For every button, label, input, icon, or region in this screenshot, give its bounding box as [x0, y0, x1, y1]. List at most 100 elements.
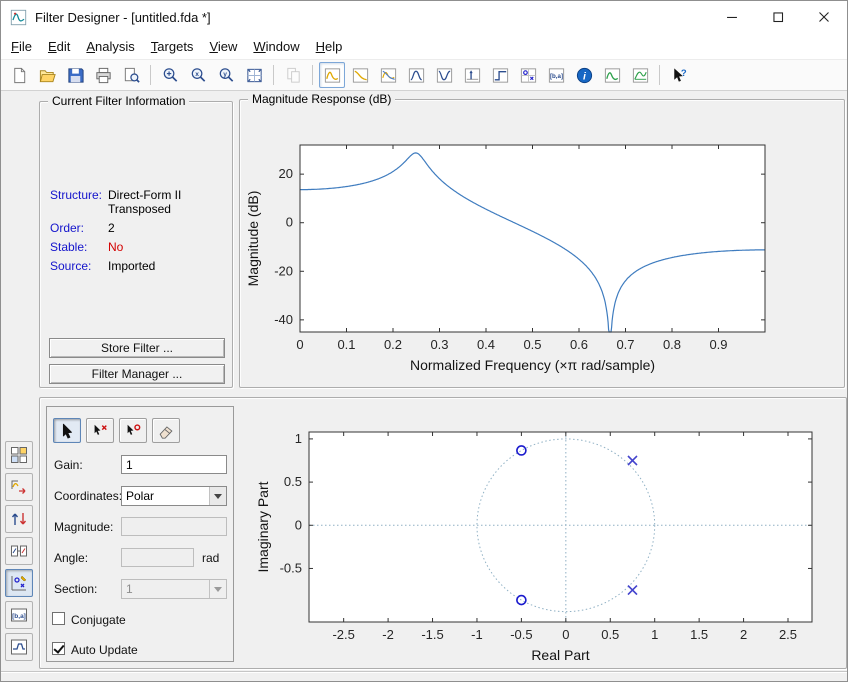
section-select: 1: [121, 579, 227, 599]
minimize-button[interactable]: [709, 1, 755, 33]
zoom-x-button[interactable]: x: [185, 62, 211, 88]
pole-zero-editor-button[interactable]: [5, 569, 33, 597]
zoom-y-button[interactable]: y: [213, 62, 239, 88]
chevron-down-icon: [209, 487, 226, 505]
add-zero-tool[interactable]: [119, 418, 147, 443]
svg-text:0: 0: [562, 627, 569, 642]
coefficients-icon: [b,a]: [547, 66, 566, 85]
pole-zero-plot-button[interactable]: [515, 62, 541, 88]
angle-input: [121, 548, 194, 567]
filter-information-button[interactable]: i: [571, 62, 597, 88]
title-bar[interactable]: Filter Designer - [untitled.fda *]: [1, 1, 847, 33]
close-icon: [815, 8, 833, 26]
svg-text:Normalized Frequency (×π rad/s: Normalized Frequency (×π rad/sample): [410, 357, 655, 373]
open-folder-icon: [38, 66, 57, 85]
group-delay-icon: [407, 66, 426, 85]
new-session-button[interactable]: [6, 62, 32, 88]
close-button[interactable]: [801, 1, 847, 33]
coordinates-select[interactable]: Polar: [121, 486, 227, 506]
realize-model-button[interactable]: [5, 537, 33, 565]
current-filter-information-title: Current Filter Information: [48, 94, 189, 108]
menu-file[interactable]: File: [3, 35, 40, 58]
whats-this-button[interactable]: ?: [666, 62, 692, 88]
svg-text:y: y: [223, 70, 227, 77]
zoom-in-button[interactable]: [157, 62, 183, 88]
full-view-button[interactable]: [241, 62, 267, 88]
zoom-in-icon: [161, 66, 180, 85]
print-preview-button[interactable]: [118, 62, 144, 88]
source-row: Source: Imported: [50, 259, 228, 273]
pole-zero-plot[interactable]: -2.5-2-1.5-1-0.500.511.522.5-0.500.51Rea…: [242, 420, 846, 668]
coordinates-value: Polar: [122, 489, 209, 503]
menu-targets[interactable]: Targets: [143, 35, 202, 58]
pole-zero-plot-icon: [519, 66, 538, 85]
order-row: Order: 2: [50, 221, 228, 235]
stable-label: Stable:: [50, 240, 108, 254]
svg-text:-0.5: -0.5: [280, 560, 302, 575]
menu-analysis[interactable]: Analysis: [78, 35, 142, 58]
design-filter-button[interactable]: [5, 633, 33, 661]
magnitude-response-chart: 00.10.20.30.40.50.60.70.80.9200-20-40Nor…: [244, 102, 844, 387]
menu-view[interactable]: View: [201, 35, 245, 58]
structure-label: Structure:: [50, 188, 108, 216]
maximize-button[interactable]: [755, 1, 801, 33]
svg-text:0.4: 0.4: [477, 337, 495, 352]
magnitude-and-phase-button[interactable]: [375, 62, 401, 88]
app-icon: [10, 9, 27, 26]
filter-coefficients-button[interactable]: [b,a]: [543, 62, 569, 88]
noise-power-icon: [631, 66, 650, 85]
auto-update-checkbox[interactable]: [52, 642, 65, 655]
set-quantization-parameters-button[interactable]: [5, 441, 33, 469]
sb-transform-icon: [9, 477, 29, 497]
svg-text:-20: -20: [274, 263, 293, 278]
toolbar: x y [b,a] i?: [1, 59, 847, 91]
delete-pole-zero-tool[interactable]: [152, 418, 180, 443]
svg-text:0.5: 0.5: [523, 337, 541, 352]
group-delay-button[interactable]: [403, 62, 429, 88]
move-pole-zero-tool[interactable]: [53, 418, 81, 443]
conjugate-checkbox[interactable]: [52, 612, 65, 625]
filter-manager-button[interactable]: Filter Manager ...: [49, 364, 225, 384]
menu-edit[interactable]: Edit: [40, 35, 78, 58]
phase-response-icon: [351, 66, 370, 85]
magnitude-response-button[interactable]: [319, 62, 345, 88]
svg-text:2.5: 2.5: [779, 627, 797, 642]
svg-text:x: x: [195, 70, 199, 77]
transform-filter-button[interactable]: [5, 473, 33, 501]
round-off-noise-power-button[interactable]: [627, 62, 653, 88]
window-title: Filter Designer - [untitled.fda *]: [35, 10, 211, 25]
toolbar-separator: [312, 65, 313, 85]
import-filter-button[interactable]: [b,a]: [5, 601, 33, 629]
angle-label: Angle:: [54, 551, 88, 565]
svg-text:-0.5: -0.5: [510, 627, 532, 642]
print-preview-icon: [122, 66, 141, 85]
step-response-icon: [491, 66, 510, 85]
add-zero-icon: [124, 422, 142, 440]
svg-text:0.5: 0.5: [601, 627, 619, 642]
pole-zero-controls-panel: Gain: Coordinates: Polar Magnitude: Angl…: [46, 406, 234, 662]
multirate-filter-button[interactable]: [5, 505, 33, 533]
print-button[interactable]: [90, 62, 116, 88]
svg-text:0.1: 0.1: [337, 337, 355, 352]
svg-text:1.5: 1.5: [690, 627, 708, 642]
svg-text:0.8: 0.8: [663, 337, 681, 352]
menu-help[interactable]: Help: [308, 35, 351, 58]
magnitude-response-estimate-button[interactable]: [599, 62, 625, 88]
menu-window[interactable]: Window: [245, 35, 307, 58]
toolbar-separator: [273, 65, 274, 85]
save-session-button[interactable]: [62, 62, 88, 88]
add-pole-tool[interactable]: [86, 418, 114, 443]
store-filter-button[interactable]: Store Filter ...: [49, 338, 225, 358]
open-session-button[interactable]: [34, 62, 60, 88]
filter-designer-window: Filter Designer - [untitled.fda *] FileE…: [0, 0, 848, 682]
impulse-response-icon: [463, 66, 482, 85]
impulse-response-button[interactable]: [459, 62, 485, 88]
structure-value: Direct-Form II Transposed: [108, 188, 181, 216]
save-icon: [66, 66, 85, 85]
phase-delay-button[interactable]: [431, 62, 457, 88]
phase-response-button[interactable]: [347, 62, 373, 88]
gain-input[interactable]: [121, 455, 227, 474]
svg-text:1: 1: [295, 431, 302, 446]
sb-realize-icon: [9, 541, 29, 561]
step-response-button[interactable]: [487, 62, 513, 88]
